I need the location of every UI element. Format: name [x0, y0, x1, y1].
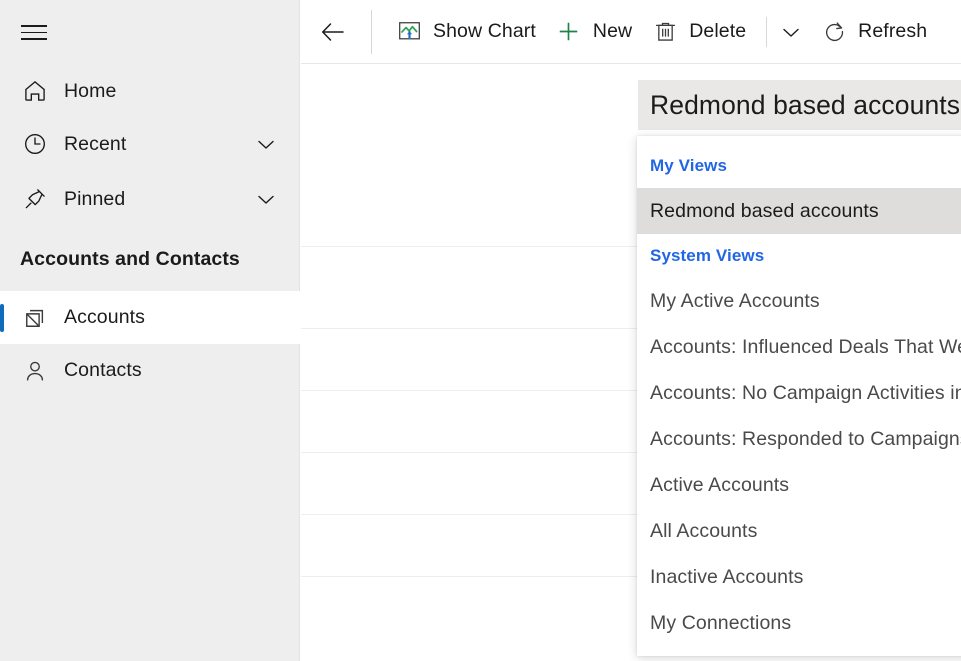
refresh-icon	[821, 19, 847, 45]
sidebar-item-recent[interactable]: Recent	[0, 117, 300, 171]
hamburger-bar	[21, 31, 47, 34]
new-label: New	[592, 20, 633, 42]
view-option-my-active-accounts[interactable]: My Active Accounts	[637, 278, 961, 324]
back-button[interactable]	[305, 4, 361, 60]
sidebar-item-accounts[interactable]: Accounts	[0, 291, 300, 344]
hamburger-bar	[21, 25, 47, 27]
view-option-redmond-based-accounts[interactable]: Redmond based accounts	[637, 188, 961, 234]
view-option-label: Accounts: No Campaign Activities in Last…	[650, 381, 961, 404]
selection-indicator	[0, 304, 4, 332]
view-option-accounts-influenced-deals-that-we-won[interactable]: Accounts: Influenced Deals That We Won	[637, 324, 961, 370]
plus-icon	[556, 19, 582, 45]
refresh-label: Refresh	[858, 20, 928, 42]
view-option-inactive-accounts[interactable]: Inactive Accounts	[637, 554, 961, 600]
contact-icon	[20, 356, 50, 386]
view-selector-button[interactable]: Redmond based accounts	[638, 80, 961, 130]
delete-button[interactable]: Delete	[642, 4, 756, 60]
command-bar-divider	[766, 16, 768, 47]
sidebar-item-label: Home	[64, 79, 117, 102]
show-chart-label: Show Chart	[433, 20, 536, 42]
app-root: Home Recent Pinned Accounts and Contacts…	[0, 0, 961, 661]
sidebar-item-label: Pinned	[64, 187, 126, 210]
delete-label: Delete	[689, 20, 747, 42]
command-bar-divider	[371, 9, 372, 54]
view-option-accounts-no-campaign-activities-in-last-3-months[interactable]: Accounts: No Campaign Activities in Last…	[637, 370, 961, 416]
refresh-button[interactable]: Refresh	[811, 4, 937, 60]
site-map-toggle[interactable]	[21, 18, 49, 40]
sidebar-item-contacts[interactable]: Contacts	[0, 344, 300, 397]
dropdown-group-title-my-views: My Views	[650, 156, 728, 175]
trash-icon	[652, 19, 678, 45]
sidebar-item-label: Contacts	[64, 359, 142, 381]
hamburger-bar	[21, 38, 47, 40]
view-option-label: My Active Accounts	[650, 289, 820, 312]
view-option-accounts-responded-to-campaigns-in-last-6-months[interactable]: Accounts: Responded to Campaigns in Last…	[637, 416, 961, 462]
sidebar-item-label: Recent	[64, 132, 127, 155]
current-view-name: Redmond based accounts	[650, 89, 961, 120]
command-bar: Show Chart New Delete Refresh	[301, 0, 961, 64]
view-option-my-connections[interactable]: My Connections	[637, 600, 961, 646]
chevron-down-icon[interactable]	[254, 132, 278, 156]
show-chart-icon	[396, 19, 422, 45]
view-option-all-accounts[interactable]: All Accounts	[637, 508, 961, 554]
view-option-label: Accounts: Influenced Deals That We Won	[650, 335, 961, 358]
sidebar-item-home[interactable]: Home	[0, 64, 300, 118]
home-icon	[20, 76, 50, 106]
view-option-label: Redmond based accounts	[650, 199, 879, 222]
view-option-active-accounts[interactable]: Active Accounts	[637, 462, 961, 508]
main-content: Show Chart New Delete Refresh Redmond ba…	[301, 0, 961, 661]
view-option-label: Inactive Accounts	[650, 565, 804, 588]
sidebar-group-heading: Accounts and Contacts	[20, 248, 240, 270]
accounts-icon	[20, 303, 50, 333]
pin-icon	[20, 184, 50, 214]
clock-icon	[20, 129, 50, 159]
chevron-down-icon[interactable]	[254, 187, 278, 211]
dropdown-group-title-system-views: System Views	[650, 246, 765, 265]
new-button[interactable]: New	[546, 4, 642, 60]
view-option-label: Active Accounts	[650, 473, 790, 496]
sidebar: Home Recent Pinned Accounts and Contacts…	[0, 0, 300, 661]
view-option-label: All Accounts	[650, 519, 758, 542]
show-chart-button[interactable]: Show Chart	[386, 4, 546, 60]
view-option-label: My Connections	[650, 611, 792, 634]
overflow-chevron-down-icon[interactable]	[771, 4, 811, 60]
sidebar-item-pinned[interactable]: Pinned	[0, 172, 300, 226]
view-selector-dropdown: My Views Redmond based accounts System V…	[637, 136, 961, 656]
sidebar-item-label: Accounts	[64, 306, 146, 328]
view-option-label: Accounts: Responded to Campaigns in Last…	[650, 427, 961, 450]
